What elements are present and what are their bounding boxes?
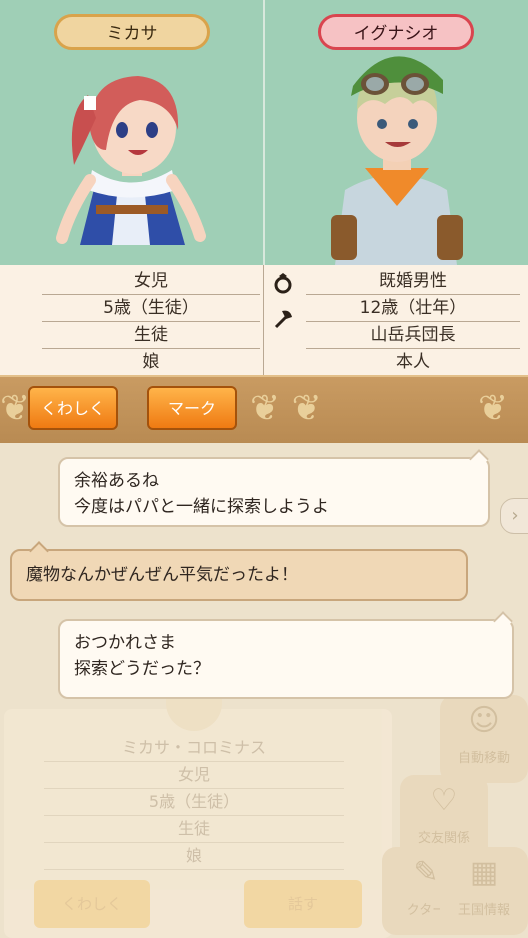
- relationships-label: 交友関係: [417, 831, 470, 846]
- ornament-left: ❦: [0, 388, 31, 429]
- message-2-line1: 魔物なんかぜんぜん平気だったよ！: [26, 565, 298, 585]
- message-bubble-1: 余裕あるね 今度はパパと一緒に探索しようよ: [58, 449, 490, 527]
- right-relation: 本人: [306, 349, 520, 376]
- kingdom-info-label: 王国情報: [457, 903, 510, 918]
- side-handle-icon[interactable]: ›: [500, 498, 528, 534]
- message-bubble-3: おつかれさま 探索どうだった？: [58, 611, 514, 699]
- left-character-info: 女児 5歳（生徒） 生徒 娘: [42, 268, 260, 376]
- left-character-name[interactable]: ミカサ: [54, 14, 210, 50]
- conversation-area: ミカサ・コロミナス 女児 5歳（生徒） 生徒 娘 くわしく 話す ☺ 自動移動 ♡…: [0, 443, 528, 938]
- message-1-line2: 今度はパパと一緒に探索しようよ: [74, 497, 329, 517]
- left-relation: 娘: [42, 349, 260, 376]
- portrait-area: ミカサ イグナシオ: [0, 0, 528, 265]
- message-bubble-2: 魔物なんかぜんぜん平気だったよ！: [10, 541, 468, 601]
- bg-talk-button: 話す: [244, 880, 362, 928]
- heart-ring-icon: ♡: [430, 783, 458, 818]
- message-1-line1: 余裕あるね: [74, 471, 159, 491]
- axe-icon: [270, 307, 296, 333]
- left-age: 5歳（生徒）: [42, 295, 260, 322]
- bg-full-name: ミカサ・コロミナス: [44, 735, 344, 762]
- character-info-table: 女児 5歳（生徒） 生徒 娘 既婚男性 12歳（壮年） 山岳兵団長 本人: [0, 265, 528, 376]
- mark-button[interactable]: マーク: [147, 386, 237, 430]
- right-character-name[interactable]: イグナシオ: [318, 14, 474, 50]
- message-3-line1: おつかれさま: [74, 633, 176, 653]
- kingdom-info-menu: ▦ 王国情報: [440, 847, 528, 935]
- ornament-center: ❦ ❦: [250, 388, 322, 429]
- ornament-right: ❦: [478, 388, 509, 429]
- bg-row-3: 生徒: [44, 816, 344, 843]
- right-age: 12歳（壮年）: [306, 295, 520, 322]
- message-3-tail: [493, 611, 513, 631]
- bg-row-4: 娘: [44, 843, 344, 870]
- message-2-tail: [29, 541, 49, 561]
- right-marital-status: 既婚男性: [306, 268, 520, 295]
- bg-row-1: 女児: [44, 762, 344, 789]
- message-3-line2: 探索どうだった？: [74, 659, 210, 679]
- ring-icon: [270, 272, 296, 298]
- detail-button[interactable]: くわしく: [28, 386, 118, 430]
- info-divider: [263, 265, 264, 375]
- bg-detail-button: くわしく: [34, 880, 150, 928]
- auto-move-label: 自動移動: [457, 751, 510, 766]
- message-1-tail: [469, 449, 489, 469]
- bg-row-2: 5歳（生徒）: [44, 789, 344, 816]
- left-occupation: 生徒: [42, 322, 260, 349]
- walker-icon: ☺: [468, 703, 500, 738]
- heart-badge: [166, 697, 222, 731]
- right-occupation: 山岳兵団長: [306, 322, 520, 349]
- action-bar: ❦ ❦ ❦ ❦ くわしく マーク: [0, 375, 528, 447]
- kingdom-icon: ▦: [469, 855, 499, 890]
- right-character-info: 既婚男性 12歳（壮年） 山岳兵団長 本人: [306, 268, 520, 376]
- left-gender: 女児: [42, 268, 260, 295]
- auto-move-menu: ☺ 自動移動: [440, 695, 528, 783]
